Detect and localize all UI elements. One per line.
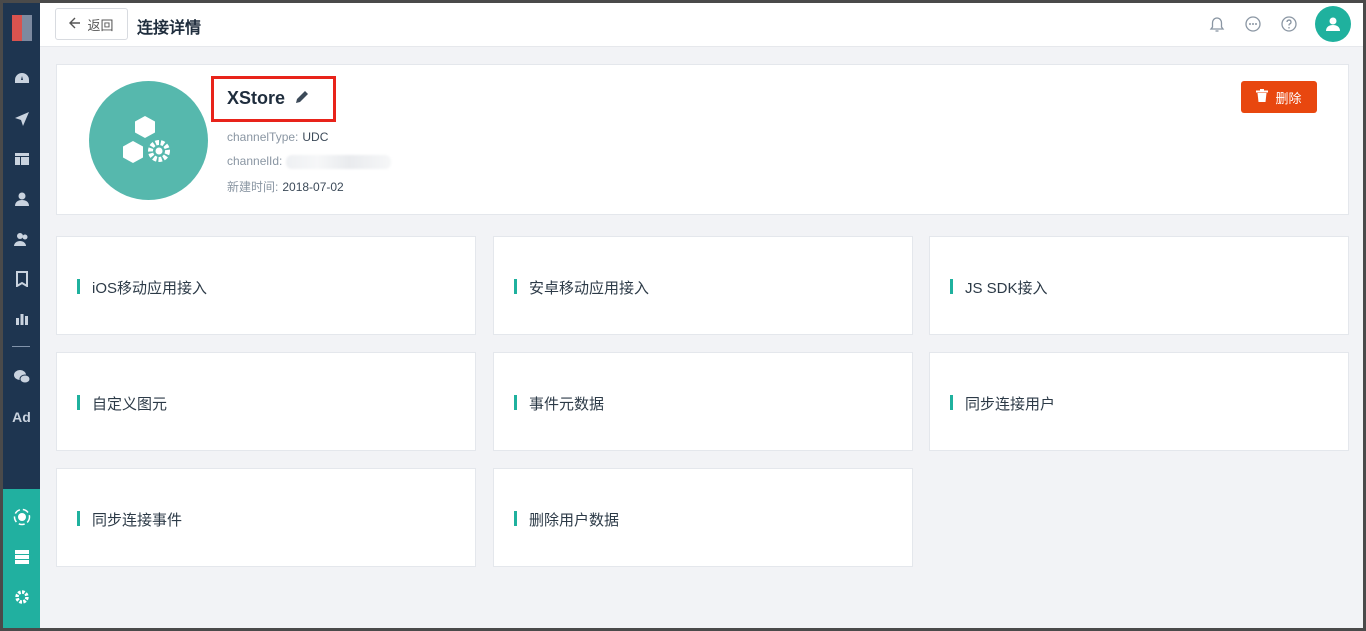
delete-button[interactable]: 删除: [1241, 81, 1317, 113]
channel-type-value: UDC: [302, 130, 329, 144]
gear-icon[interactable]: [3, 585, 40, 609]
option-label: 安卓移动应用接入: [529, 280, 650, 297]
option-ios-access[interactable]: iOS移动应用接入: [56, 236, 476, 335]
option-android-access[interactable]: 安卓移动应用接入: [493, 236, 913, 335]
delete-label: 删除: [1275, 90, 1302, 106]
app-logo[interactable]: [12, 15, 32, 41]
accent-bar: [950, 395, 953, 410]
back-button[interactable]: 返回: [55, 8, 128, 40]
option-label: 自定义图元: [92, 396, 168, 413]
sidebar-bottom-group: [3, 489, 40, 628]
help-icon[interactable]: [1279, 14, 1299, 34]
channel-id-label: channelId:: [227, 154, 283, 168]
ad-label: Ad: [12, 409, 31, 425]
layout-icon[interactable]: [3, 147, 40, 171]
server-icon[interactable]: [3, 545, 40, 569]
option-label: iOS移动应用接入: [92, 280, 208, 297]
top-header: 返回 连接详情: [40, 3, 1363, 47]
option-label: 同步连接事件: [92, 512, 183, 529]
created-label: 新建时间:: [227, 180, 279, 194]
bookmark-icon[interactable]: [3, 267, 40, 291]
ad-icon[interactable]: Ad: [3, 405, 40, 429]
app-name: XStore: [227, 88, 286, 108]
user-icon[interactable]: [3, 187, 40, 211]
option-label: 删除用户数据: [529, 512, 620, 529]
users-icon[interactable]: [3, 227, 40, 251]
option-label: 事件元数据: [529, 396, 605, 413]
connection-detail-card: XStore channelType: UDC channelId: 新建时间: 2…: [56, 64, 1349, 215]
option-js-sdk-access[interactable]: JS SDK接入: [929, 236, 1349, 335]
arrow-left-icon: [69, 17, 81, 32]
accent-bar: [77, 279, 80, 294]
option-label: JS SDK接入: [965, 280, 1048, 297]
pencil-icon[interactable]: [293, 88, 311, 106]
app-icon: [89, 81, 208, 200]
bar-chart-icon[interactable]: [3, 307, 40, 331]
trash-icon: [1256, 89, 1269, 105]
connect-icon[interactable]: [3, 505, 40, 529]
app-window: Ad 返回 连接详情 XStore channelType: UDC chann…: [3, 3, 1363, 628]
accent-bar: [77, 395, 80, 410]
created-value: 2018-07-02: [282, 180, 344, 194]
back-label: 返回: [87, 17, 114, 33]
page-title: 连接详情: [137, 20, 202, 37]
sidebar-divider: [12, 346, 30, 347]
channel-id-redacted: [286, 154, 392, 169]
user-avatar[interactable]: [1315, 6, 1351, 42]
option-delete-user-data[interactable]: 删除用户数据: [493, 468, 913, 567]
message-icon[interactable]: [1243, 14, 1263, 34]
option-label: 同步连接用户: [965, 396, 1056, 413]
created-row: 新建时间: 2018-07-02: [227, 178, 344, 195]
option-sync-users[interactable]: 同步连接用户: [929, 352, 1349, 451]
option-event-metadata[interactable]: 事件元数据: [493, 352, 913, 451]
accent-bar: [514, 395, 517, 410]
send-icon[interactable]: [3, 107, 40, 131]
wechat-icon[interactable]: [3, 365, 40, 389]
dashboard-icon[interactable]: [3, 67, 40, 91]
channel-type-label: channelType:: [227, 130, 299, 144]
channel-id-row: channelId:: [227, 154, 392, 169]
accent-bar: [77, 511, 80, 526]
channel-type-row: channelType: UDC: [227, 130, 328, 144]
accent-bar: [514, 279, 517, 294]
option-sync-events[interactable]: 同步连接事件: [56, 468, 476, 567]
option-custom-primitives[interactable]: 自定义图元: [56, 352, 476, 451]
accent-bar: [950, 279, 953, 294]
sidebar: Ad: [3, 3, 40, 628]
accent-bar: [514, 511, 517, 526]
bell-icon[interactable]: [1207, 14, 1227, 34]
